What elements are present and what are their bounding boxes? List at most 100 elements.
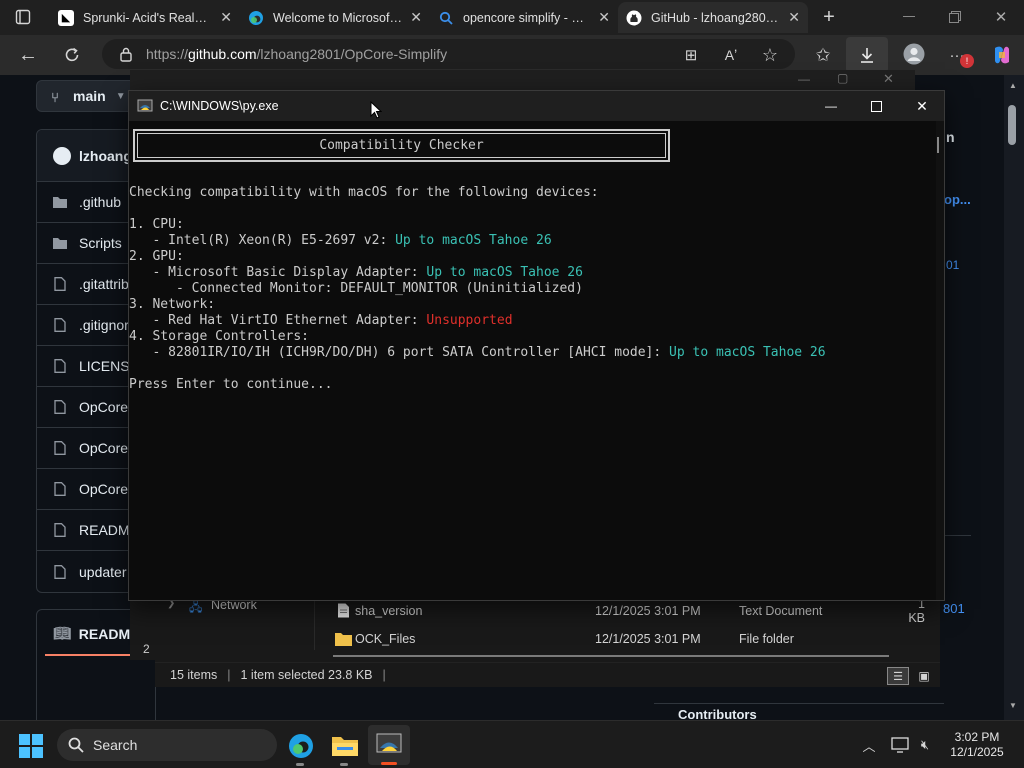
explorer-minimize-icon[interactable]: — xyxy=(798,72,810,86)
favorites-icon[interactable]: ✩ xyxy=(812,44,834,66)
python-taskbar-button[interactable] xyxy=(368,725,410,765)
status-supported: Up to macOS Tahoe 26 xyxy=(669,345,826,360)
file-name[interactable]: .gitattrib xyxy=(79,276,129,292)
scrollbar-thumb[interactable] xyxy=(937,137,939,153)
scroll-up-icon[interactable]: ▲ xyxy=(1009,81,1017,90)
sidebar-divider xyxy=(943,535,971,536)
console-titlebar[interactable]: C:\WINDOWS\py.exe — ✕ xyxy=(129,91,944,121)
refresh-icon[interactable] xyxy=(60,44,84,66)
github-icon xyxy=(626,10,642,26)
file-name[interactable]: .gitignor xyxy=(79,317,129,333)
contributors-heading: Contributors xyxy=(678,707,757,720)
downloads-icon[interactable] xyxy=(846,37,888,73)
book-icon: 📖︎ xyxy=(53,625,71,641)
status-supported: Up to macOS Tahoe 26 xyxy=(395,233,552,248)
file-icon xyxy=(54,359,66,373)
close-tab-icon[interactable]: ✕ xyxy=(410,9,422,26)
status-unsupported: Unsupported xyxy=(426,313,513,328)
sidebar-divider xyxy=(654,703,944,704)
back-icon[interactable]: ← xyxy=(16,44,40,66)
close-window-icon[interactable]: ✕ xyxy=(990,6,1012,28)
page-scrollbar[interactable]: ▲ ▼ xyxy=(1004,75,1024,720)
tab-actions-icon[interactable] xyxy=(12,8,34,26)
tab-sprunki[interactable]: ◣ Sprunki- Acid's Realm D ✕ xyxy=(50,2,240,33)
horizontal-scrollbar[interactable] xyxy=(333,655,889,657)
tab-microsoft-edge[interactable]: Welcome to Microsoft E ✕ xyxy=(240,2,430,33)
favorite-star-icon[interactable]: ☆ xyxy=(759,44,781,66)
python-console-icon xyxy=(137,99,153,112)
read-aloud-icon[interactable]: Aʼ xyxy=(720,44,742,66)
file-row[interactable]: sha_version 12/1/2025 3:01 PM Text Docum… xyxy=(333,597,925,625)
explorer-maximize-icon[interactable]: ▢ xyxy=(837,71,848,85)
avatar xyxy=(53,146,71,165)
active-tab-underline xyxy=(45,654,135,656)
close-tab-icon[interactable]: ✕ xyxy=(598,9,610,26)
file-name[interactable]: OpCore xyxy=(79,440,128,456)
lock-icon[interactable] xyxy=(118,46,134,62)
volume-muted-icon[interactable]: 🔇︎ xyxy=(915,735,935,755)
close-tab-icon[interactable]: ✕ xyxy=(788,9,800,26)
explorer-fragment: 2 xyxy=(143,642,150,656)
file-explorer-window: ❯ 🖧︎ Network sha_version 12/1/2025 3:01 … xyxy=(155,590,940,687)
edge-icon xyxy=(248,10,264,26)
file-name[interactable]: Scripts xyxy=(79,235,122,251)
close-icon[interactable]: ✕ xyxy=(911,97,933,115)
clock[interactable]: 3:02 PM 12/1/2025 xyxy=(940,730,1014,760)
selection-info: 1 item selected 23.8 KB xyxy=(240,668,373,682)
browser-toolbar: ← https://github.com/lzhoang2801/OpCore-… xyxy=(0,35,1024,75)
tiles-view-icon[interactable]: ▣ xyxy=(913,667,935,685)
sidebar-link-fragment[interactable]: op... xyxy=(944,192,971,207)
edge-taskbar-icon[interactable] xyxy=(286,731,316,761)
console-scrollbar[interactable] xyxy=(936,121,944,600)
folder-icon xyxy=(335,633,352,646)
profile-avatar[interactable] xyxy=(902,42,926,66)
file-explorer-taskbar-icon[interactable] xyxy=(330,731,360,761)
file-icon xyxy=(54,277,66,291)
console-line: - Red Hat VirtIO Ethernet Adapter: Unsup… xyxy=(129,313,513,328)
minimize-icon[interactable] xyxy=(898,6,920,28)
sidebar-release-fragment[interactable]: 801 xyxy=(943,601,965,616)
file-name[interactable]: OpCore xyxy=(79,481,128,497)
file-row[interactable]: OCK_Files 12/1/2025 3:01 PM File folder xyxy=(333,626,893,652)
taskbar-search-box[interactable]: Search xyxy=(57,729,277,761)
file-name[interactable]: OpCore xyxy=(79,399,128,415)
file-name[interactable]: READM xyxy=(79,522,130,538)
console-line: 2. GPU: xyxy=(129,249,184,264)
scrollbar-thumb[interactable] xyxy=(1008,105,1016,145)
branch-icon: ⑂ xyxy=(51,89,59,105)
chevron-up-icon[interactable]: ︿ xyxy=(859,735,879,755)
search-icon xyxy=(68,737,84,753)
explorer-window-titlebar: — ▢ ✕ xyxy=(130,70,915,90)
explorer-close-icon[interactable]: ✕ xyxy=(883,71,894,87)
restore-icon[interactable] xyxy=(944,6,966,28)
file-type: File folder xyxy=(739,632,794,646)
start-windows-icon[interactable] xyxy=(18,733,44,759)
minimize-icon[interactable]: — xyxy=(820,97,842,115)
copilot-icon[interactable] xyxy=(990,43,1014,67)
console-output[interactable]: Compatibility Checker Checking compatibi… xyxy=(129,121,937,600)
file-name[interactable]: updater xyxy=(79,564,126,580)
sidebar-badge-fragment[interactable]: 01 xyxy=(946,258,959,272)
console-prompt: Press Enter to continue... xyxy=(129,377,333,392)
folder-icon xyxy=(53,238,67,249)
repo-owner[interactable]: lzhoang xyxy=(79,148,132,164)
maximize-icon[interactable] xyxy=(865,97,887,115)
readme-tab[interactable]: 📖︎ README xyxy=(53,625,139,642)
app-available-icon[interactable]: ⊞ xyxy=(680,44,702,66)
details-view-icon[interactable]: ☰ xyxy=(887,667,909,685)
new-tab-icon[interactable]: + xyxy=(818,6,840,28)
display-icon[interactable] xyxy=(890,735,910,755)
tab-favicon-sprunki: ◣ xyxy=(58,9,74,26)
running-indicator xyxy=(340,763,348,766)
file-name[interactable]: .github xyxy=(79,194,121,210)
tab-search[interactable]: opencore simplify - Sea ✕ xyxy=(430,2,618,33)
scroll-down-icon[interactable]: ▼ xyxy=(1009,701,1017,710)
search-label: Search xyxy=(93,737,138,753)
console-line: - Intel(R) Xeon(R) E5-2697 v2: Up to mac… xyxy=(129,233,552,248)
tab-github[interactable]: GitHub - lzhoang2801/C ✕ xyxy=(618,2,808,33)
clock-date: 12/1/2025 xyxy=(950,745,1004,759)
branch-selector[interactable]: ⑂ main ▼ xyxy=(36,80,136,112)
close-tab-icon[interactable]: ✕ xyxy=(220,9,232,26)
file-icon xyxy=(54,318,66,332)
item-count: 15 items xyxy=(170,668,218,682)
